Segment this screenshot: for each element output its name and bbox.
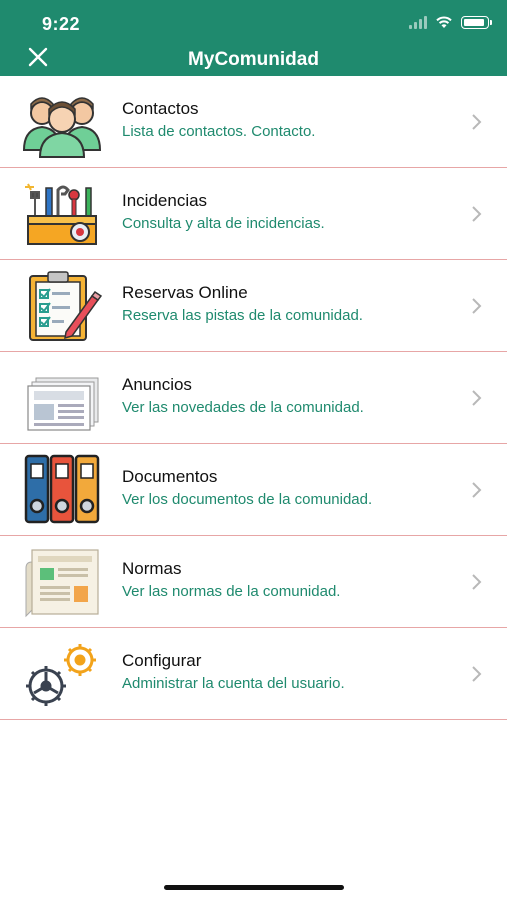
chevron-right-icon — [472, 390, 482, 406]
wifi-icon — [436, 16, 452, 28]
menu-item-title: Anuncios — [122, 375, 192, 394]
chevron-right-icon — [472, 574, 482, 590]
menu-item-incidencias[interactable]: Incidencias Consulta y alta de incidenci… — [0, 168, 507, 260]
tools-icon — [25, 183, 97, 245]
binders-icon — [24, 454, 100, 524]
newspaper-icon — [27, 377, 99, 431]
menu-item-title: Contactos — [122, 99, 199, 118]
home-indicator[interactable] — [164, 885, 344, 890]
menu-item-configurar[interactable]: Configurar Administrar la cuenta del usu… — [0, 628, 507, 720]
menu-item-subtitle: Ver las novedades de la comunidad. — [122, 399, 364, 416]
chevron-right-icon — [472, 114, 482, 130]
menu-item-title: Documentos — [122, 467, 218, 486]
menu-item-anuncios[interactable]: Anuncios Ver las novedades de la comunid… — [0, 352, 507, 444]
gears-icon — [26, 644, 96, 706]
checklist-icon — [29, 271, 102, 341]
chevron-right-icon — [472, 298, 482, 314]
menu-item-subtitle: Ver las normas de la comunidad. — [122, 583, 341, 600]
menu-item-title: Incidencias — [122, 191, 208, 210]
people-icon — [22, 97, 102, 158]
menu-item-normas[interactable]: Normas Ver las normas de la comunidad. — [0, 536, 507, 628]
menu-item-contactos[interactable]: Contactos Lista de contactos. Contacto. — [0, 76, 507, 168]
menu-item-title: Reservas Online — [122, 283, 248, 302]
menu-item-subtitle: Administrar la cuenta del usuario. — [122, 675, 345, 692]
menu-item-title: Normas — [122, 559, 182, 578]
menu-item-subtitle: Ver los documentos de la comunidad. — [122, 491, 373, 508]
menu-item-title: Configurar — [122, 651, 202, 670]
rules-document-icon — [25, 549, 99, 618]
navigation-bar: 9:22 MyComunidad — [0, 0, 507, 76]
chevron-right-icon — [472, 206, 482, 222]
menu-item-subtitle: Consulta y alta de incidencias. — [122, 215, 325, 232]
menu-list: Contactos Lista de contactos. Contacto. … — [0, 76, 507, 720]
chevron-right-icon — [472, 482, 482, 498]
cellular-signal-icon — [409, 15, 427, 29]
chevron-right-icon — [472, 666, 482, 682]
menu-item-subtitle: Lista de contactos. Contacto. — [122, 123, 316, 140]
menu-item-subtitle: Reserva las pistas de la comunidad. — [122, 307, 363, 324]
status-time: 9:22 — [42, 14, 81, 34]
menu-item-documentos[interactable]: Documentos Ver los documentos de la comu… — [0, 444, 507, 536]
page-title: MyComunidad — [188, 49, 319, 70]
status-icons — [409, 15, 492, 29]
battery-icon — [461, 15, 492, 29]
menu-item-reservas-online[interactable]: Reservas Online Reserva las pistas de la… — [0, 260, 507, 352]
